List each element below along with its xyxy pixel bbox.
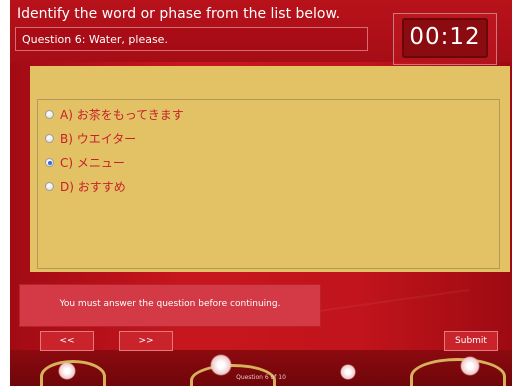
quiz-frame: Identify the word or phase from the list… (10, 0, 512, 386)
next-button[interactable]: >> (119, 331, 173, 351)
timer-display: 00:12 (402, 18, 488, 58)
option-a-label: A) お茶をもってきます (60, 107, 184, 122)
flower-decoration (210, 354, 232, 376)
question-counter: Question 6 of 10 (236, 374, 286, 381)
previous-button[interactable]: << (40, 331, 94, 351)
radio-button-a[interactable] (45, 109, 54, 119)
option-d[interactable]: D) おすすめ (45, 178, 126, 194)
option-b-label: B) ウエイター (60, 131, 137, 146)
options-list: A) お茶をもってきます B) ウエイター C) メニュー D) おすすめ (37, 99, 500, 269)
alert-message-box: You must answer the question before cont… (20, 285, 320, 326)
option-a[interactable]: A) お茶をもってきます (45, 106, 184, 122)
radio-button-d[interactable] (45, 181, 54, 191)
flower-decoration (460, 356, 480, 376)
answer-panel: A) お茶をもってきます B) ウエイター C) メニュー D) おすすめ (30, 66, 510, 272)
timer-box: 00:12 (393, 13, 497, 65)
instruction-text: Identify the word or phase from the list… (17, 6, 341, 22)
gold-wave-decoration (410, 358, 506, 386)
option-b[interactable]: B) ウエイター (45, 130, 136, 146)
question-box: Question 6: Water, please. (15, 27, 368, 51)
background-streak (310, 288, 470, 314)
option-d-label: D) おすすめ (60, 179, 126, 194)
timer-text: 00:12 (409, 24, 481, 50)
radio-button-b[interactable] (45, 133, 54, 143)
alert-message-text: You must answer the question before cont… (59, 299, 281, 309)
option-c[interactable]: C) メニュー (45, 154, 125, 170)
question-text: Question 6: Water, please. (22, 33, 168, 46)
option-c-label: C) メニュー (60, 155, 125, 170)
submit-button[interactable]: Submit (444, 331, 498, 351)
radio-button-c[interactable] (45, 157, 54, 167)
